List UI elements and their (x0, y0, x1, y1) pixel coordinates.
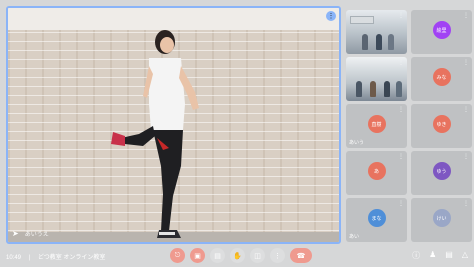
participant-tile-7[interactable]: あ ⋮ (346, 151, 407, 195)
clock-time: 10:49 (6, 255, 22, 261)
more-options-icon[interactable]: ⋮ (463, 12, 469, 19)
captions-button[interactable]: ▤ (210, 248, 225, 263)
more-vert-icon: ⋮ (274, 252, 281, 260)
hand-icon: ✋ (233, 252, 242, 260)
more-options-icon[interactable]: ⋮ (398, 200, 404, 207)
presenter-figure (111, 30, 199, 238)
meeting-title: どつ教室 オンライン教室 (37, 255, 106, 261)
participant-tile-1[interactable]: ⋮ (346, 10, 407, 54)
info-icon[interactable]: ⓘ (412, 250, 420, 261)
avatar: ゆき (432, 115, 451, 133)
avatar: あ (367, 162, 386, 180)
participant-tile-5[interactable]: 直樹 あいう ⋮ (346, 104, 407, 148)
mic-off-icon: ⎋ (174, 251, 181, 259)
avatar: まな (367, 209, 386, 227)
main-participant-name: あいうえ (24, 232, 49, 238)
call-controls: ⎋ ▣ ▤ ✋ ◫ ⋮ ☎ (170, 248, 312, 263)
more-options-icon[interactable]: ⋮ (398, 106, 404, 113)
avatar: 絵里 (432, 21, 451, 39)
raise-hand-button[interactable]: ✋ (230, 248, 245, 263)
participant-tile-8[interactable]: ゆう ⋮ (411, 151, 472, 195)
main-participant-label: ➤ あいうえ (12, 229, 49, 238)
avatar: 直樹 (367, 115, 386, 133)
microphone-toggle-button[interactable]: ⎋ (170, 248, 185, 263)
camera-off-icon: ▣ (194, 252, 201, 260)
participant-tile-4[interactable]: みな ⋮ (411, 57, 472, 101)
avatar: けい (432, 209, 451, 227)
avatar: ゆう (432, 162, 451, 180)
participant-tile-3[interactable]: ⋮ (346, 57, 407, 101)
side-panel-buttons: ⓘ ♟ ▤ △ (412, 250, 468, 261)
activities-icon[interactable]: △ (462, 250, 468, 261)
participant-tile-6[interactable]: ゆき ⋮ (411, 104, 472, 148)
participant-name: あいう (349, 140, 365, 146)
more-options-icon[interactable]: ⋮ (398, 12, 404, 19)
chat-icon[interactable]: ▤ (445, 250, 453, 261)
participant-name: あい (349, 234, 360, 240)
main-video-feed[interactable]: ⋮ ➤ あいうえ (6, 6, 341, 244)
hang-up-icon: ☎ (296, 252, 306, 260)
more-options-icon[interactable]: ⋮ (463, 200, 469, 207)
more-options-icon[interactable]: ⋮ (463, 106, 469, 113)
people-icon[interactable]: ♟ (429, 250, 436, 261)
participant-tile-9[interactable]: まな あい ⋮ (346, 198, 407, 242)
meeting-info: 10:49 | どつ教室 オンライン教室 (6, 252, 111, 261)
leave-call-button[interactable]: ☎ (290, 248, 312, 263)
captions-icon: ▤ (214, 252, 221, 260)
separator: | (28, 255, 31, 261)
more-options-icon[interactable]: ⋮ (326, 11, 336, 21)
participant-tile-2[interactable]: 絵里 ⋮ (411, 10, 472, 54)
avatar: みな (432, 68, 451, 86)
more-options-icon[interactable]: ⋮ (463, 59, 469, 66)
present-icon: ◫ (254, 252, 261, 260)
present-screen-button[interactable]: ◫ (250, 248, 265, 263)
camera-toggle-button[interactable]: ▣ (190, 248, 205, 263)
more-options-button[interactable]: ⋮ (270, 248, 285, 263)
more-options-icon[interactable]: ⋮ (463, 153, 469, 160)
more-options-icon[interactable]: ⋮ (398, 59, 404, 66)
more-options-icon[interactable]: ⋮ (398, 153, 404, 160)
participant-tile-10[interactable]: けい ⋮ (411, 198, 472, 242)
meeting-control-bar: 10:49 | どつ教室 オンライン教室 ⎋ ▣ ▤ ✋ ◫ ⋮ ☎ ⓘ ♟ ▤… (0, 247, 474, 267)
pin-icon[interactable]: ➤ (12, 229, 19, 238)
